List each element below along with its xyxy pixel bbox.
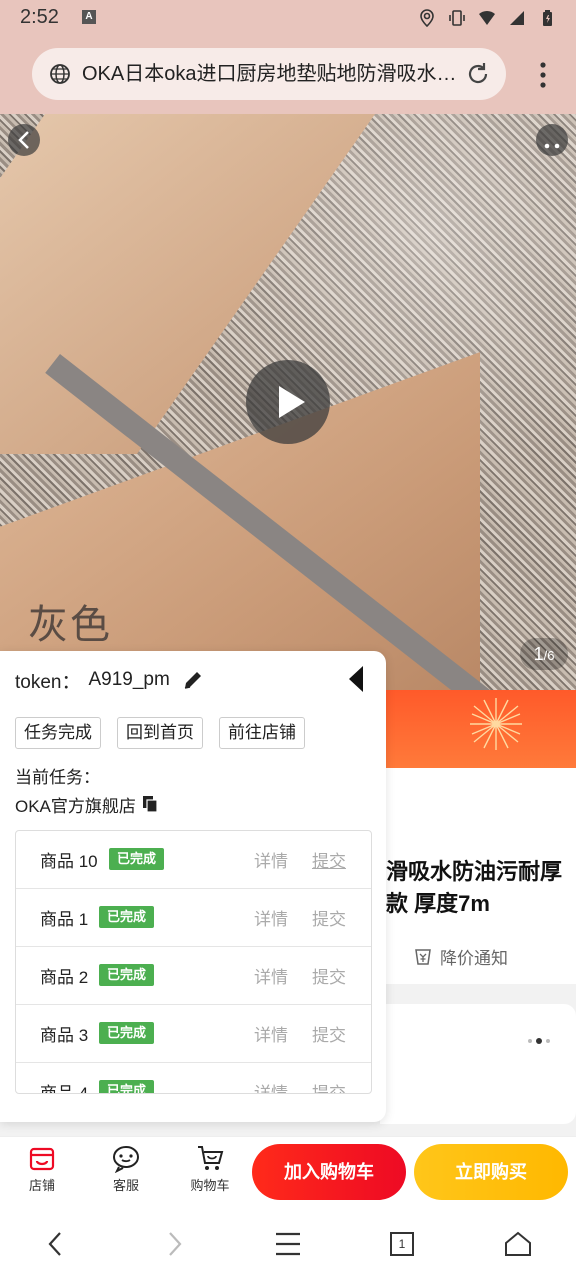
row-detail-link[interactable]: 详情 [254, 1021, 288, 1046]
dot [528, 1039, 532, 1043]
token-value: A919_pm [88, 669, 170, 690]
store-label: 店铺 [28, 1178, 55, 1193]
row-submit-link[interactable]: 提交 [312, 1079, 346, 1093]
status-badge: 已完成 [99, 1022, 155, 1044]
image-page-indicator: 1/6 [520, 638, 568, 670]
ellipsis-icon [544, 143, 560, 149]
promo-banner [380, 690, 576, 768]
row-detail-link[interactable]: 详情 [254, 1079, 288, 1093]
price-notify-button[interactable]: 降价通知 [412, 942, 508, 970]
status-bar: 2:52 A [0, 0, 576, 36]
table-row: 商品 3 已完成 详情 提交 [16, 1005, 371, 1063]
battery-icon [543, 10, 552, 26]
dot-active [536, 1038, 542, 1044]
status-badge: 已完成 [99, 906, 155, 928]
panel-actions: 任务完成 回到首页 前往店铺 [15, 717, 305, 749]
row-submit-link[interactable]: 提交 [312, 847, 346, 872]
browser-nav-bar: 1 [0, 1208, 576, 1280]
store-icon [29, 1147, 55, 1171]
task-panel: token： A919_pm 任务完成 回到首页 前往店铺 当前任务： OKA官… [0, 651, 386, 1122]
buy-now-button[interactable]: 立即购买 [414, 1144, 568, 1200]
service-label: 客服 [112, 1178, 139, 1193]
row-detail-link[interactable]: 详情 [254, 905, 288, 930]
collapse-panel-icon[interactable] [348, 665, 364, 693]
status-time: 2:52 [20, 6, 59, 28]
row-submit-link[interactable]: 提交 [312, 1021, 346, 1046]
row-submit-link[interactable]: 提交 [312, 905, 346, 930]
more-button[interactable] [536, 124, 568, 156]
status-badge: 已完成 [109, 848, 165, 870]
price-notify-label: 降价通知 [440, 948, 508, 968]
table-row: 商品 1 已完成 详情 提交 [16, 889, 371, 947]
row-product-name: 商品 1 [40, 910, 89, 929]
row-submit-link[interactable]: 提交 [312, 963, 346, 988]
nav-back-icon[interactable] [42, 1230, 70, 1258]
row-product-name: 商品 4 [40, 1084, 89, 1094]
edit-pencil-icon[interactable] [182, 669, 204, 691]
bottom-action-bar: 店铺 客服 购物车 加入购物车 立即购买 [0, 1136, 576, 1209]
color-label: 灰色 [28, 603, 112, 647]
store-tab[interactable]: 店铺 [12, 1143, 72, 1194]
page-total: /6 [543, 648, 555, 663]
store-name: OKA官方旗舰店 [15, 796, 136, 816]
dot [546, 1039, 550, 1043]
url-bar[interactable]: OKA日本oka进口厨房地垫贴地防滑吸水防油污耐脏厚款 厚度7mm [32, 48, 506, 100]
tab-count: 1 [398, 1237, 406, 1251]
status-badge: 已完成 [99, 964, 155, 986]
row-detail-link[interactable]: 详情 [254, 847, 288, 872]
more-menu-icon[interactable] [540, 62, 546, 88]
back-button[interactable] [8, 124, 40, 156]
firework-icon [470, 698, 522, 750]
reload-icon[interactable] [464, 60, 492, 88]
cart-tab[interactable]: 购物车 [180, 1143, 240, 1194]
customer-service-icon [113, 1146, 139, 1173]
tabs-button[interactable]: 1 [388, 1230, 416, 1258]
row-product-name: 商品 3 [40, 1026, 89, 1045]
wifi-icon [479, 10, 495, 25]
token-label: token： [15, 671, 81, 693]
cart-icon [198, 1146, 224, 1170]
nav-home-icon[interactable] [504, 1230, 532, 1258]
add-to-cart-button[interactable]: 加入购物车 [252, 1144, 406, 1200]
current-task-store: OKA官方旗舰店 [15, 791, 158, 817]
status-icons [418, 4, 556, 32]
status-badge: 已完成 [99, 1080, 155, 1093]
current-task-label: 当前任务： [15, 768, 100, 787]
vibrate-icon [449, 10, 465, 26]
table-row: 商品 2 已完成 详情 提交 [16, 947, 371, 1005]
row-detail-link[interactable]: 详情 [254, 963, 288, 988]
signal-icon [510, 11, 524, 25]
cart-label: 购物车 [190, 1178, 230, 1193]
url-text: OKA日本oka进口厨房地垫贴地防滑吸水防油污耐脏厚款 厚度7mm [82, 63, 462, 85]
row-product-name: 商品 10 [40, 852, 98, 871]
task-complete-button[interactable]: 任务完成 [15, 717, 101, 749]
product-image[interactable]: 灰色 1/6 [0, 114, 576, 690]
play-video-button[interactable] [246, 360, 330, 444]
product-info-card: 滑吸水防油污耐厚款 厚度7m 降价通知 [380, 768, 576, 984]
service-tab[interactable]: 客服 [96, 1143, 156, 1194]
secondary-card [380, 1004, 576, 1124]
token-row: token： A919_pm [15, 667, 204, 693]
go-to-store-button[interactable]: 前往店铺 [219, 717, 305, 749]
play-icon [279, 386, 305, 418]
product-task-list[interactable]: 商品 10 已完成 详情 提交 商品 1 已完成 详情 提交 商品 2 已完成 … [15, 830, 372, 1094]
page-current: 1 [533, 644, 544, 664]
row-product-name: 商品 2 [40, 968, 89, 987]
price-tag-icon [415, 949, 431, 965]
notification-icon: A [82, 10, 96, 24]
nav-forward-icon[interactable] [160, 1230, 188, 1258]
nav-menu-icon[interactable] [274, 1230, 302, 1258]
browser-toolbar: OKA日本oka进口厨房地垫贴地防滑吸水防油污耐脏厚款 厚度7mm [0, 36, 576, 114]
table-row: 商品 4 已完成 详情 提交 [16, 1063, 371, 1094]
product-title: 滑吸水防油污耐厚款 厚度7m [386, 859, 563, 916]
globe-icon [50, 64, 70, 84]
location-icon [420, 9, 434, 27]
table-row: 商品 10 已完成 详情 提交 [16, 831, 371, 889]
back-home-button[interactable]: 回到首页 [117, 717, 203, 749]
chevron-left-icon [18, 131, 29, 149]
copy-icon[interactable] [142, 795, 158, 813]
more-dots-icon[interactable] [528, 1038, 550, 1044]
